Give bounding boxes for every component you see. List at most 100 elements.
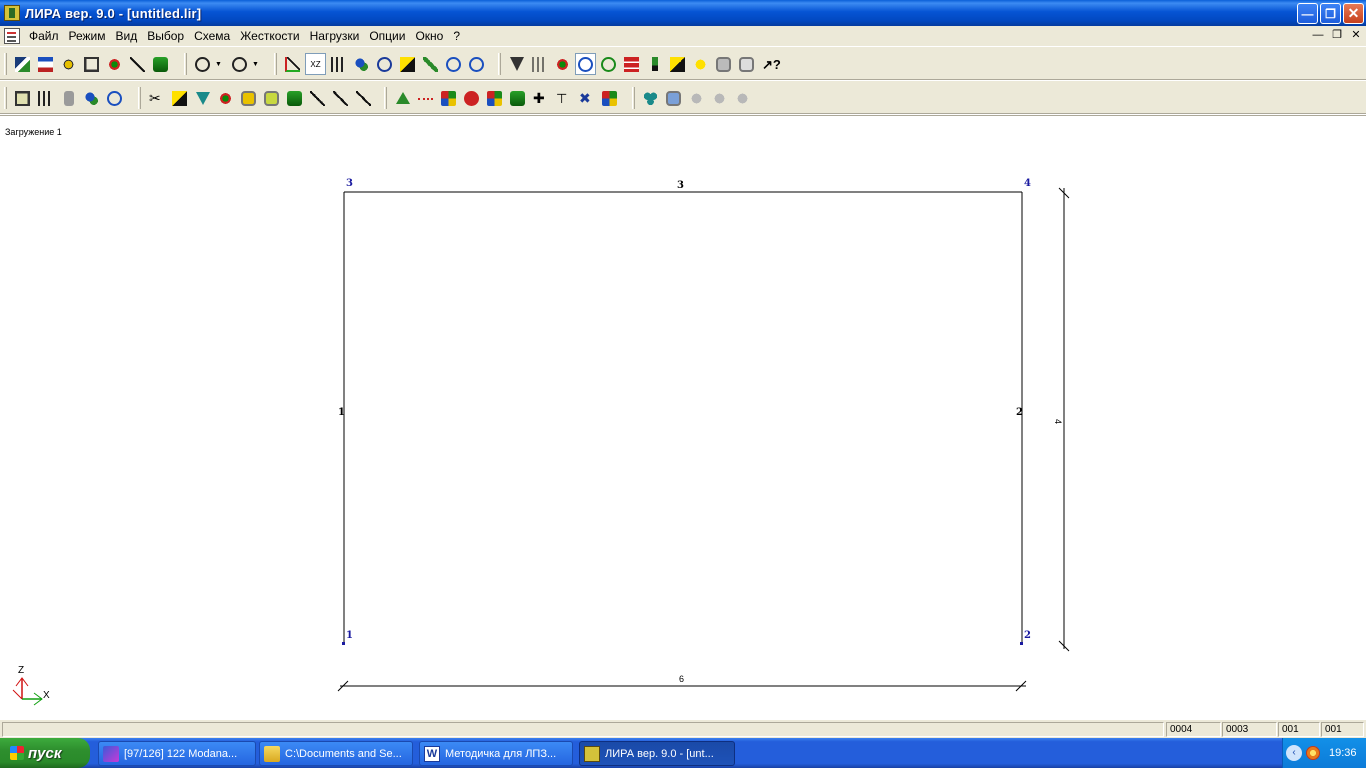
copy-model-icon[interactable]: [35, 53, 56, 75]
menu-options[interactable]: Опции: [364, 27, 410, 45]
toolbar-grip[interactable]: [498, 53, 501, 75]
lira-app-icon[interactable]: [4, 5, 20, 21]
node-label-1: 1: [346, 630, 353, 641]
frame-drawing[interactable]: 1 2 3 4 1 2 3 6 4 Z X: [0, 116, 1366, 720]
status-field-4: 001: [1321, 722, 1364, 737]
toolbar-grip[interactable]: [138, 87, 141, 109]
copy-layer-icon[interactable]: [238, 87, 259, 109]
filter-icon[interactable]: [506, 53, 527, 75]
delete-icon[interactable]: [58, 87, 79, 109]
green-load-icon[interactable]: [507, 87, 528, 109]
support-icon[interactable]: [392, 87, 413, 109]
projection-xyz-icon[interactable]: [351, 53, 372, 75]
menu-scheme[interactable]: Схема: [189, 27, 235, 45]
zoom-out-icon[interactable]: [466, 53, 487, 75]
model-canvas[interactable]: Загружение 1 1 2 3 4 1 2 3 6 4 Z X: [0, 115, 1366, 719]
help-cursor-icon[interactable]: ↗?: [759, 53, 781, 75]
taskbar-button-explorer[interactable]: C:\Documents and Se...: [259, 741, 413, 766]
title-bar[interactable]: ЛИРА вер. 9.0 - [untitled.lir] — ❐ ✕: [0, 0, 1366, 26]
solve-icon[interactable]: [640, 87, 661, 109]
node-props-icon[interactable]: [169, 87, 190, 109]
move-icon[interactable]: [81, 87, 102, 109]
toolbar-grip[interactable]: [184, 53, 187, 75]
menu-view[interactable]: Вид: [111, 27, 143, 45]
axes-icon[interactable]: [282, 53, 303, 75]
marker-icon[interactable]: [667, 53, 688, 75]
arrow-tee-icon[interactable]: ⊤: [553, 87, 574, 109]
print-icon[interactable]: [736, 53, 757, 75]
pencil-icon[interactable]: [420, 53, 441, 75]
undo-icon[interactable]: [192, 53, 213, 75]
menu-select[interactable]: Выбор: [142, 27, 189, 45]
new-model-icon[interactable]: [12, 53, 33, 75]
menu-mode[interactable]: Режим: [64, 27, 111, 45]
tray-expand-icon[interactable]: ‹: [1286, 745, 1302, 761]
table-icon[interactable]: [81, 53, 102, 75]
fork-icon[interactable]: [330, 87, 351, 109]
redo-dropdown-icon[interactable]: ▼: [252, 61, 260, 68]
edit-icon[interactable]: [127, 53, 148, 75]
toolbar-grip[interactable]: [4, 87, 7, 109]
zoom-prev-icon[interactable]: [598, 53, 619, 75]
menu-window[interactable]: Окно: [410, 27, 448, 45]
load-node-icon[interactable]: [438, 87, 459, 109]
mesh-icon[interactable]: [621, 53, 642, 75]
clock[interactable]: 19:36: [1329, 747, 1357, 759]
rotate-copy-icon[interactable]: [104, 87, 125, 109]
results-icon[interactable]: [663, 87, 684, 109]
zoom-all-icon[interactable]: [575, 53, 596, 75]
menu-help[interactable]: ?: [448, 27, 465, 45]
menu-stiffness[interactable]: Жесткости: [235, 27, 304, 45]
toolbar-grip[interactable]: [384, 87, 387, 109]
projection-yz-icon[interactable]: [328, 53, 349, 75]
camera-icon[interactable]: [713, 53, 734, 75]
target-icon[interactable]: [461, 87, 482, 109]
undo-dropdown-icon[interactable]: ▼: [215, 61, 223, 68]
display-tools: ↗?: [498, 51, 782, 77]
zoom-window-icon[interactable]: [552, 53, 573, 75]
restore-button[interactable]: ❐: [1320, 3, 1341, 24]
cross-icon[interactable]: ✚: [530, 87, 551, 109]
cross-arrows-icon[interactable]: ✖: [576, 87, 597, 109]
toolbar-grip[interactable]: [632, 87, 635, 109]
toolbar-grip[interactable]: [4, 53, 7, 75]
fragment-icon[interactable]: [529, 53, 550, 75]
redo-icon[interactable]: [229, 53, 250, 75]
add-element-icon[interactable]: [35, 87, 56, 109]
find-icon[interactable]: [104, 53, 125, 75]
node-move-icon[interactable]: [215, 87, 236, 109]
hinge-icon[interactable]: [307, 87, 328, 109]
wrench-icon[interactable]: [353, 87, 374, 109]
taskbar-button-word[interactable]: W Методичка для ЛПЗ...: [419, 741, 573, 766]
export-icon[interactable]: [150, 53, 171, 75]
mdi-restore-button[interactable]: ❐: [1329, 28, 1345, 42]
mdi-close-button[interactable]: ✕: [1348, 28, 1364, 42]
document-menu-icon[interactable]: [4, 28, 20, 44]
flag-icon[interactable]: [397, 53, 418, 75]
toolbar-grip[interactable]: [274, 53, 277, 75]
dynamic-icon[interactable]: [484, 87, 505, 109]
close-button[interactable]: ✕: [1343, 3, 1364, 24]
menu-loads[interactable]: Нагрузки: [305, 27, 365, 45]
minimize-button[interactable]: —: [1297, 3, 1318, 24]
view-icon[interactable]: [58, 53, 79, 75]
constraint-icon[interactable]: [192, 87, 213, 109]
highlight-icon[interactable]: [690, 53, 711, 75]
load-line-icon[interactable]: [415, 87, 436, 109]
mdi-minimize-button[interactable]: —: [1310, 28, 1326, 42]
element-label-3: 3: [677, 180, 684, 191]
layers-icon[interactable]: [261, 87, 282, 109]
projection-xz-icon[interactable]: XZ: [305, 53, 326, 75]
menu-file[interactable]: Файл: [24, 27, 64, 45]
stiffness-icon[interactable]: [284, 87, 305, 109]
rotate-icon[interactable]: [374, 53, 395, 75]
scissors-icon[interactable]: ✂: [146, 87, 167, 109]
bottle-icon[interactable]: [644, 53, 665, 75]
taskbar-button-mail[interactable]: [97/126] 122 Modana...: [98, 741, 256, 766]
mark-icon[interactable]: [599, 87, 620, 109]
tray-app-icon[interactable]: [1306, 746, 1320, 760]
taskbar-button-lira[interactable]: ЛИРА вер. 9.0 - [unt...: [579, 741, 735, 766]
start-button[interactable]: пуск: [0, 738, 90, 768]
zoom-in-icon[interactable]: [443, 53, 464, 75]
add-node-icon[interactable]: [12, 87, 33, 109]
